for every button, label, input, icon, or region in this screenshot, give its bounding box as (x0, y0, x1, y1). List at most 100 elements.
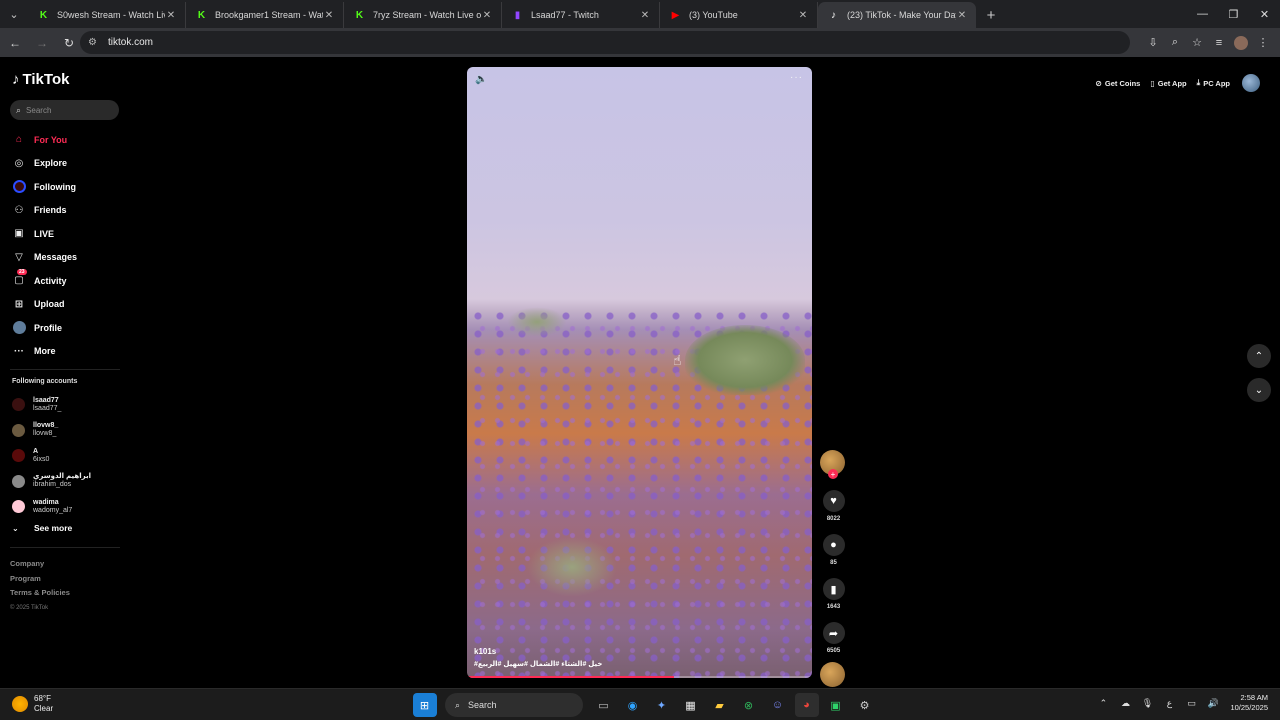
user-avatar[interactable] (1242, 74, 1260, 92)
clock[interactable]: 2:58 AM 10/25/2025 (1230, 693, 1268, 713)
next-video-button[interactable]: ⌄ (1247, 378, 1271, 402)
copilot-icon[interactable]: ✦ (650, 693, 674, 717)
creator-avatar[interactable]: + (820, 450, 845, 479)
profile-avatar[interactable] (1234, 35, 1248, 50)
share-count: 6505 (826, 648, 841, 654)
mouse-cursor-icon: ☝ (673, 352, 682, 368)
tiktok-logo[interactable]: ♪ TikTok (12, 71, 69, 88)
footer-terms-link[interactable]: Terms & Policies (10, 586, 70, 601)
media-controls-icon[interactable]: ≡ (1208, 32, 1230, 54)
sidebar-item-explore[interactable]: ◎ Explore (12, 152, 77, 176)
sidebar-item-messages[interactable]: ▽ Messages (12, 246, 77, 270)
close-tab-icon[interactable]: ✕ (956, 10, 968, 21)
comment-icon[interactable]: ● (822, 534, 845, 556)
install-app-icon[interactable]: ⇩ (1142, 32, 1164, 54)
store-icon[interactable]: ▦ (679, 693, 703, 717)
volume-tray-icon[interactable]: 🔊 (1202, 698, 1224, 709)
settings-icon[interactable]: ⚙ (853, 693, 877, 717)
sidebar-item-following[interactable]: Following (12, 175, 77, 199)
task-view-icon[interactable]: ▭ (592, 693, 616, 717)
back-arrow-icon[interactable]: ← (3, 31, 27, 55)
account-names: llovw8_ llovw8_ (33, 422, 58, 438)
language-icon[interactable]: ع (1158, 698, 1180, 709)
following-account[interactable]: A 6ixs0 (12, 443, 91, 469)
video-player[interactable]: 🔈 ··· k101s #خيل #الشتاء #الشمال #سهيل #… (467, 67, 812, 678)
heart-icon[interactable]: ♥ (822, 490, 845, 512)
follow-plus-icon[interactable]: + (828, 469, 838, 479)
close-tab-icon[interactable]: ✕ (323, 10, 335, 21)
following-account[interactable]: llovw8_ llovw8_ (12, 418, 91, 444)
windows-start-icon[interactable]: ⊞ (412, 693, 437, 717)
zoom-icon[interactable]: ⌕ (1164, 32, 1186, 54)
taskbar-search[interactable]: ⌕ Search (445, 693, 583, 717)
video-hashtags[interactable]: #خيل #الشتاء #الشمال #سهيل #الربيع (474, 660, 602, 668)
account-name: wadima (33, 498, 59, 506)
chevron-up-icon: ⌃ (1254, 350, 1264, 362)
browser-tab[interactable]: K S0wesh Stream - Watch Live on✕ (28, 2, 186, 28)
following-account[interactable]: wadima wadomy_al7 (12, 494, 91, 520)
see-more-button[interactable]: ⌄ See more (12, 523, 72, 533)
share-icon[interactable]: ➦ (822, 622, 845, 644)
sidebar-item-upload[interactable]: ⊞ Upload (12, 293, 77, 317)
top-right-actions: ⊘ Get Coins ▯ Get App ⤓ PC App (1085, 73, 1260, 93)
sidebar-item-friends[interactable]: ⚇ Friends (12, 199, 77, 223)
close-tab-icon[interactable]: ✕ (797, 10, 809, 21)
volume-icon[interactable]: 🔈 (475, 74, 487, 85)
footer-program-link[interactable]: Program (10, 572, 70, 587)
get-app-button[interactable]: ▯ Get App (1150, 73, 1186, 93)
new-tab-button[interactable]: + (976, 2, 1006, 28)
youtube-icon: ▶ (671, 9, 680, 21)
browser-tab[interactable]: ♪ (23) TikTok - Make Your Day ✕ (818, 2, 976, 28)
footer-company-link[interactable]: Company (10, 557, 70, 572)
forward-arrow-icon[interactable]: → (30, 31, 54, 55)
weather-condition: Clear (34, 704, 54, 713)
kebab-menu-icon[interactable]: ⋮ (1252, 32, 1274, 54)
restore-icon[interactable]: ❐ (1218, 0, 1249, 28)
tray-app-icon[interactable]: ☁ (1114, 698, 1136, 709)
music-disc-icon[interactable] (820, 662, 845, 687)
following-account[interactable]: lsaad77 lsaad77_ (12, 392, 91, 418)
tab-search-chevron-icon[interactable]: ⌄ (0, 0, 28, 28)
sidebar-item-label: For You (34, 134, 68, 145)
account-name: A (33, 447, 39, 455)
sidebar-item-more[interactable]: ··· More (12, 340, 77, 364)
comment-action: ● 85 (820, 534, 847, 566)
sidebar-item-for-you[interactable]: ⌂ For You (12, 128, 77, 152)
sidebar-item-activity[interactable]: ▢ 23 Activity (12, 268, 77, 293)
file-explorer-icon[interactable]: ▰ (708, 693, 732, 717)
site-info-icon[interactable]: ⚙ (88, 37, 102, 48)
chrome-icon[interactable]: ◕ (794, 693, 819, 717)
browser-tab[interactable]: ▮ Lsaad77 - Twitch ✕ (502, 2, 660, 28)
tray-chevron-up-icon[interactable]: ⌃ (1092, 698, 1114, 709)
discord-icon[interactable]: ☺ (766, 693, 790, 717)
search-input[interactable]: ⌕ Search (10, 100, 119, 120)
close-tab-icon[interactable]: ✕ (481, 10, 493, 21)
sidebar-item-label: LIVE (34, 228, 55, 239)
bookmark-icon[interactable]: ▮ (822, 578, 845, 600)
xbox-icon[interactable]: ⊗ (737, 693, 761, 717)
get-coins-button[interactable]: ⊘ Get Coins (1095, 73, 1140, 93)
reload-icon[interactable]: ↻ (57, 31, 81, 55)
edge-icon[interactable]: ◉ (621, 693, 645, 717)
more-options-icon[interactable]: ··· (790, 72, 803, 83)
minimize-icon[interactable]: — (1187, 0, 1218, 28)
address-bar[interactable]: ⚙ tiktok.com (80, 31, 1130, 54)
kick-app-icon[interactable]: ▣ (824, 693, 848, 717)
following-account[interactable]: ابراهيم الدوسري ibrahim_dos (12, 469, 91, 495)
close-window-icon[interactable]: ✕ (1249, 0, 1280, 28)
pc-app-button[interactable]: ⤓ PC App (1197, 73, 1230, 93)
browser-tab[interactable]: K 7ryz Stream - Watch Live on Ki✕ (344, 2, 502, 28)
video-progress-bar[interactable] (467, 676, 812, 678)
weather-widget[interactable]: 68°F Clear (12, 694, 53, 714)
close-tab-icon[interactable]: ✕ (165, 10, 177, 21)
browser-tab[interactable]: K Brookgamer1 Stream - Watch Li✕ (186, 2, 344, 28)
network-icon[interactable]: ▭ (1180, 698, 1202, 709)
close-tab-icon[interactable]: ✕ (639, 10, 651, 21)
previous-video-button[interactable]: ⌃ (1247, 344, 1271, 368)
sidebar-item-profile[interactable]: Profile (12, 316, 77, 340)
browser-tab[interactable]: ▶ (3) YouTube ✕ (660, 2, 818, 28)
video-author[interactable]: k101s (474, 647, 496, 656)
bookmark-star-icon[interactable]: ☆ (1186, 32, 1208, 54)
microphone-icon[interactable]: 🎙 (1136, 698, 1158, 709)
sidebar-item-live[interactable]: ▣ LIVE (12, 222, 77, 246)
